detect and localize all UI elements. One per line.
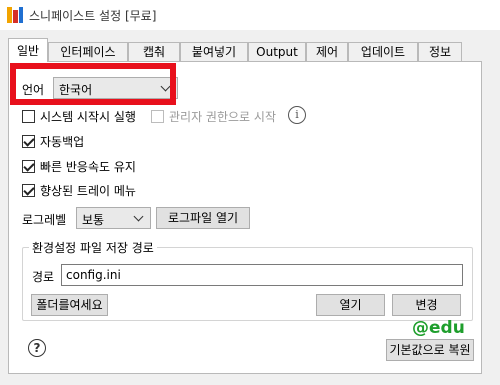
fast-response-label: 빠른 반응속도 유지 xyxy=(40,160,136,174)
admin-label: 관리자 권한으로 시작 xyxy=(169,110,276,124)
tab-capture[interactable]: 캡춰 xyxy=(128,42,180,61)
config-path-input[interactable]: config.ini xyxy=(61,264,463,286)
fast-response-checkbox[interactable] xyxy=(22,160,35,173)
change-button[interactable]: 변경 xyxy=(392,294,461,316)
log-level-label: 로그레벨 xyxy=(22,213,67,227)
config-path-group-title: 환경설정 파일 저장 경로 xyxy=(29,239,157,256)
help-icon[interactable]: ? xyxy=(28,339,46,357)
tab-about[interactable]: 정보 xyxy=(418,42,462,61)
tab-general[interactable]: 일반 xyxy=(8,38,48,62)
tab-output[interactable]: Output xyxy=(248,42,306,61)
log-level-select[interactable]: 보통 xyxy=(76,207,151,229)
autobackup-label: 자동백업 xyxy=(40,135,85,149)
admin-checkbox[interactable] xyxy=(151,110,164,123)
tray-menu-label: 향상된 트레이 메뉴 xyxy=(40,184,136,198)
tab-interface[interactable]: 인터페이스 xyxy=(48,42,128,61)
info-icon[interactable]: i xyxy=(288,106,306,124)
startup-checkbox[interactable] xyxy=(22,110,35,123)
tray-menu-checkbox[interactable] xyxy=(22,184,35,197)
path-label: 경로 xyxy=(32,270,55,284)
open-button[interactable]: 열기 xyxy=(316,294,385,316)
highlight-box xyxy=(10,63,176,105)
tab-paste[interactable]: 붙여넣기 xyxy=(180,42,248,61)
chevron-down-icon xyxy=(133,211,144,222)
tab-update[interactable]: 업데이트 xyxy=(348,42,418,61)
reset-defaults-button[interactable]: 기본값으로 복원 xyxy=(386,339,474,361)
autobackup-checkbox[interactable] xyxy=(22,135,35,148)
title-bar: 스니페이스트 설정 [무료] xyxy=(0,0,500,30)
app-logo-icon xyxy=(7,7,23,23)
general-panel: 언어 한국어 시스템 시작시 실행 관리자 권한으로 시작 i 자동백업 빠른 … xyxy=(8,61,482,374)
open-folder-button[interactable]: 폴더를여세요 xyxy=(31,294,108,316)
log-level-value: 보통 xyxy=(82,213,105,227)
startup-label: 시스템 시작시 실행 xyxy=(40,110,136,124)
tab-control[interactable]: 제어 xyxy=(306,42,348,61)
open-log-file-button[interactable]: 로그파일 열기 xyxy=(156,207,250,229)
watermark-text: @edu xyxy=(412,318,465,338)
window-title: 스니페이스트 설정 [무료] xyxy=(29,9,157,23)
